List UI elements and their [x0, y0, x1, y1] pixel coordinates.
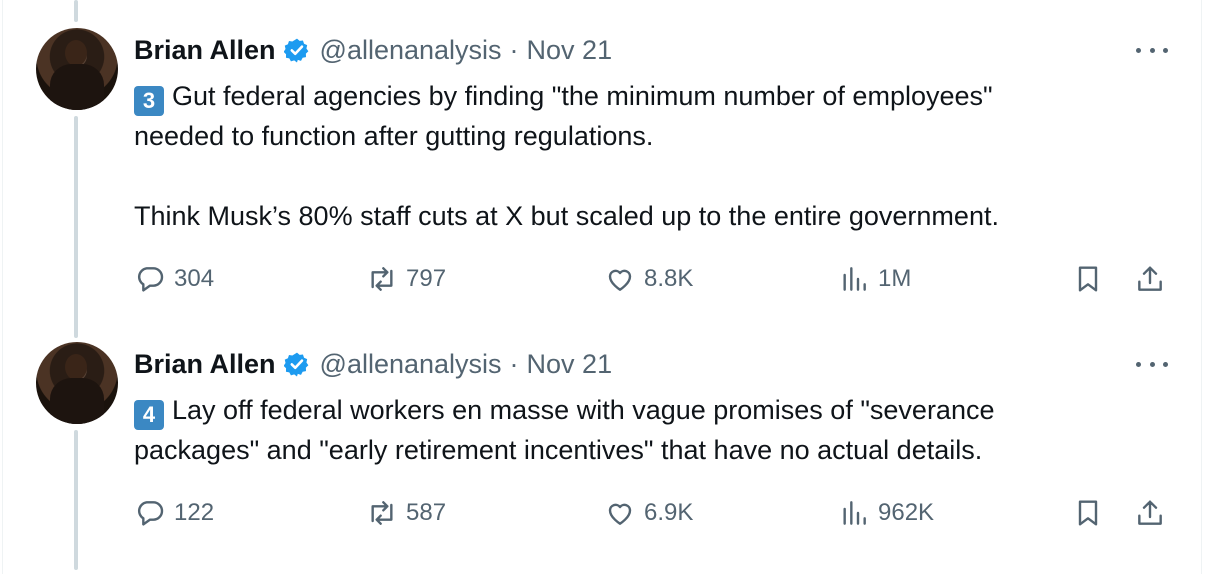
- tweet-text-line: packages" and "early retirement incentiv…: [134, 435, 983, 465]
- repost-button[interactable]: 587: [366, 495, 446, 531]
- share-icon: [1138, 500, 1162, 525]
- bookmark-button[interactable]: [1072, 495, 1104, 531]
- reply-count: 122: [174, 499, 215, 526]
- tweet-date[interactable]: Nov 21: [527, 349, 613, 380]
- tweet-text: 4 Lay off federal workers en masse with v…: [134, 390, 1154, 470]
- reply-icon: [137, 501, 164, 526]
- avatar[interactable]: [36, 342, 118, 424]
- like-count: 6.9K: [644, 499, 694, 526]
- repost-count: 587: [406, 499, 447, 526]
- bookmark-icon: [1078, 500, 1098, 526]
- views-count: 962K: [878, 499, 935, 526]
- like-icon: [608, 503, 632, 525]
- like-button[interactable]: 6.9K: [604, 495, 693, 531]
- more-dots-icon[interactable]: [1136, 354, 1168, 374]
- tweet-actions: 122 587 6.9K 962K: [0, 495, 1206, 531]
- views-button[interactable]: 962K: [838, 495, 934, 531]
- author-name[interactable]: Brian Allen: [134, 349, 276, 380]
- views-icon: [843, 501, 866, 525]
- repost-icon: [371, 501, 393, 525]
- tweet-header: Brian Allen @allenanalysis · Nov 21: [134, 347, 612, 381]
- author-handle[interactable]: @allenanalysis: [320, 349, 502, 380]
- tweet-text-line: Lay off federal workers en masse with va…: [172, 395, 995, 425]
- keycap-number-icon: 4: [134, 400, 164, 430]
- share-button[interactable]: [1134, 495, 1166, 531]
- separator-dot: ·: [509, 348, 519, 379]
- tweet[interactable]: Brian Allen @allenanalysis · Nov 21 4 Lay…: [0, 0, 1206, 574]
- verified-badge-icon: [283, 352, 308, 377]
- reply-button[interactable]: 122: [134, 495, 214, 531]
